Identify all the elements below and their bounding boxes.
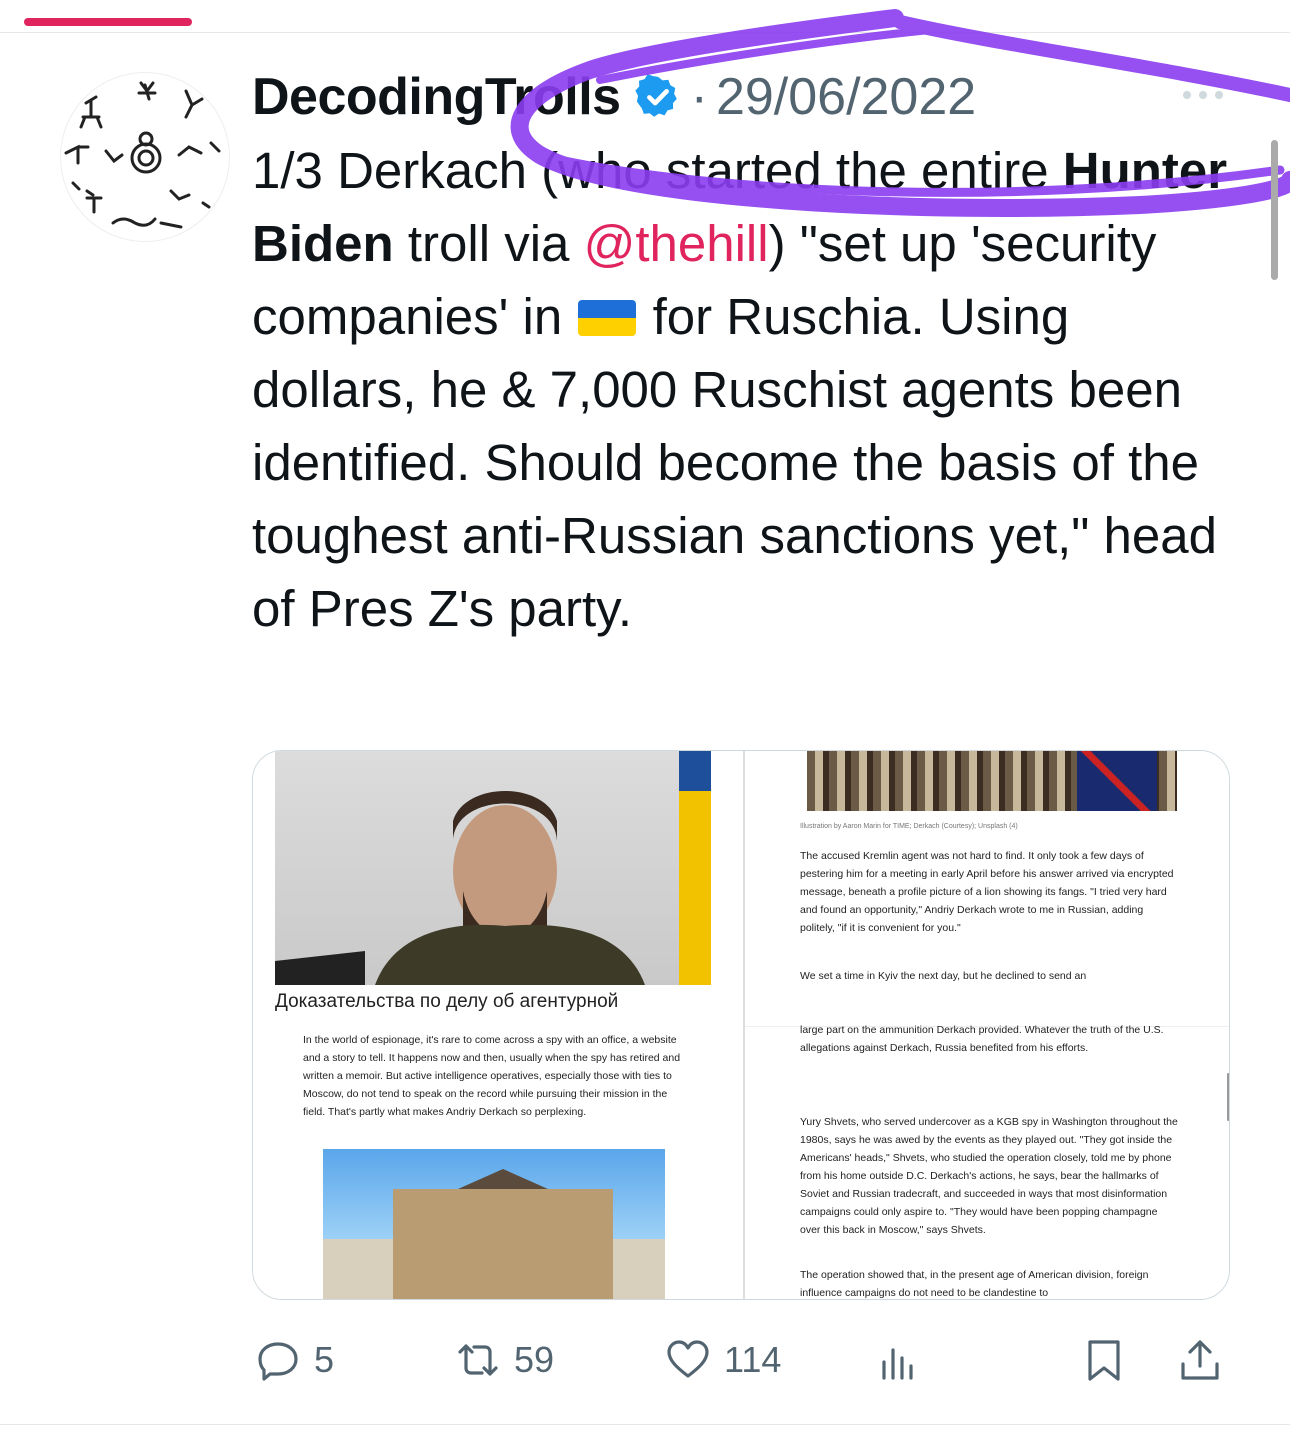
reply-count: 5 — [314, 1339, 335, 1380]
active-tab-indicator — [24, 18, 192, 26]
russian-caption: Доказательства по делу об агентурной — [275, 991, 619, 1012]
bookmark-icon — [1088, 1340, 1120, 1381]
retweet-icon — [458, 1344, 498, 1376]
article-paragraph: large part on the ammunition Derkach pro… — [800, 1024, 1164, 1054]
reply-icon — [258, 1342, 298, 1381]
article-paragraph: We set a time in Kyiv the next day, but … — [800, 970, 1087, 982]
tweet-header: DecodingTrolls · 29/06/2022 — [252, 62, 976, 132]
author-name[interactable]: DecodingTrolls — [252, 67, 621, 127]
retweet-count: 59 — [514, 1339, 555, 1380]
ukraine-flag-icon — [578, 300, 637, 336]
media-image-left[interactable]: Доказательства по делу об агентурной In … — [253, 751, 741, 1299]
page-scrollbar[interactable] — [1271, 140, 1278, 280]
media-image-right[interactable]: Illustration by Aaron Marin for TIME; De… — [743, 751, 1229, 1299]
bottom-divider — [0, 1424, 1290, 1425]
author-avatar[interactable] — [60, 72, 230, 242]
screenshot-scrollbar — [1227, 1073, 1229, 1121]
reply-button[interactable]: 5 — [256, 1330, 334, 1390]
like-button[interactable]: 114 — [666, 1330, 781, 1390]
news-photo-person — [275, 751, 711, 985]
bookmark-button[interactable] — [1082, 1330, 1126, 1390]
petroglyph-avatar-image — [64, 81, 221, 229]
news-photo-house — [323, 1149, 665, 1299]
verified-badge-icon — [634, 74, 677, 117]
tweet-text-part: 1/3 Derkach (who started the entire — [252, 142, 1063, 199]
article-paragraph: In the world of espionage, it's rare to … — [303, 1034, 681, 1118]
separator-dot: · — [690, 68, 708, 126]
article-paragraph: Yury Shvets, who served undercover as a … — [800, 1116, 1178, 1236]
tweet-text-part: troll via — [393, 215, 584, 272]
mention-link[interactable]: @thehill — [584, 215, 769, 272]
more-options-icon[interactable] — [1180, 88, 1226, 102]
media-attachment[interactable]: Доказательства по делу об агентурной In … — [252, 750, 1230, 1300]
like-count: 114 — [724, 1339, 782, 1380]
share-icon — [1181, 1340, 1219, 1380]
tweet-text: 1/3 Derkach (who started the entire Hunt… — [252, 134, 1232, 645]
top-divider — [0, 32, 1290, 33]
article-paragraph: The operation showed that, in the presen… — [800, 1269, 1149, 1299]
like-icon — [667, 1340, 709, 1378]
tweet-action-bar: 5 59 114 — [252, 1330, 1232, 1390]
illustration-image — [807, 751, 1177, 811]
tweet-date[interactable]: 29/06/2022 — [716, 67, 976, 127]
views-icon — [882, 1348, 913, 1380]
retweet-button[interactable]: 59 — [456, 1330, 554, 1390]
illustration-credit: Illustration by Aaron Marin for TIME; De… — [800, 823, 1018, 830]
share-button[interactable] — [1178, 1330, 1222, 1390]
views-button[interactable] — [876, 1330, 920, 1390]
article-paragraph: The accused Kremlin agent was not hard t… — [800, 850, 1174, 934]
